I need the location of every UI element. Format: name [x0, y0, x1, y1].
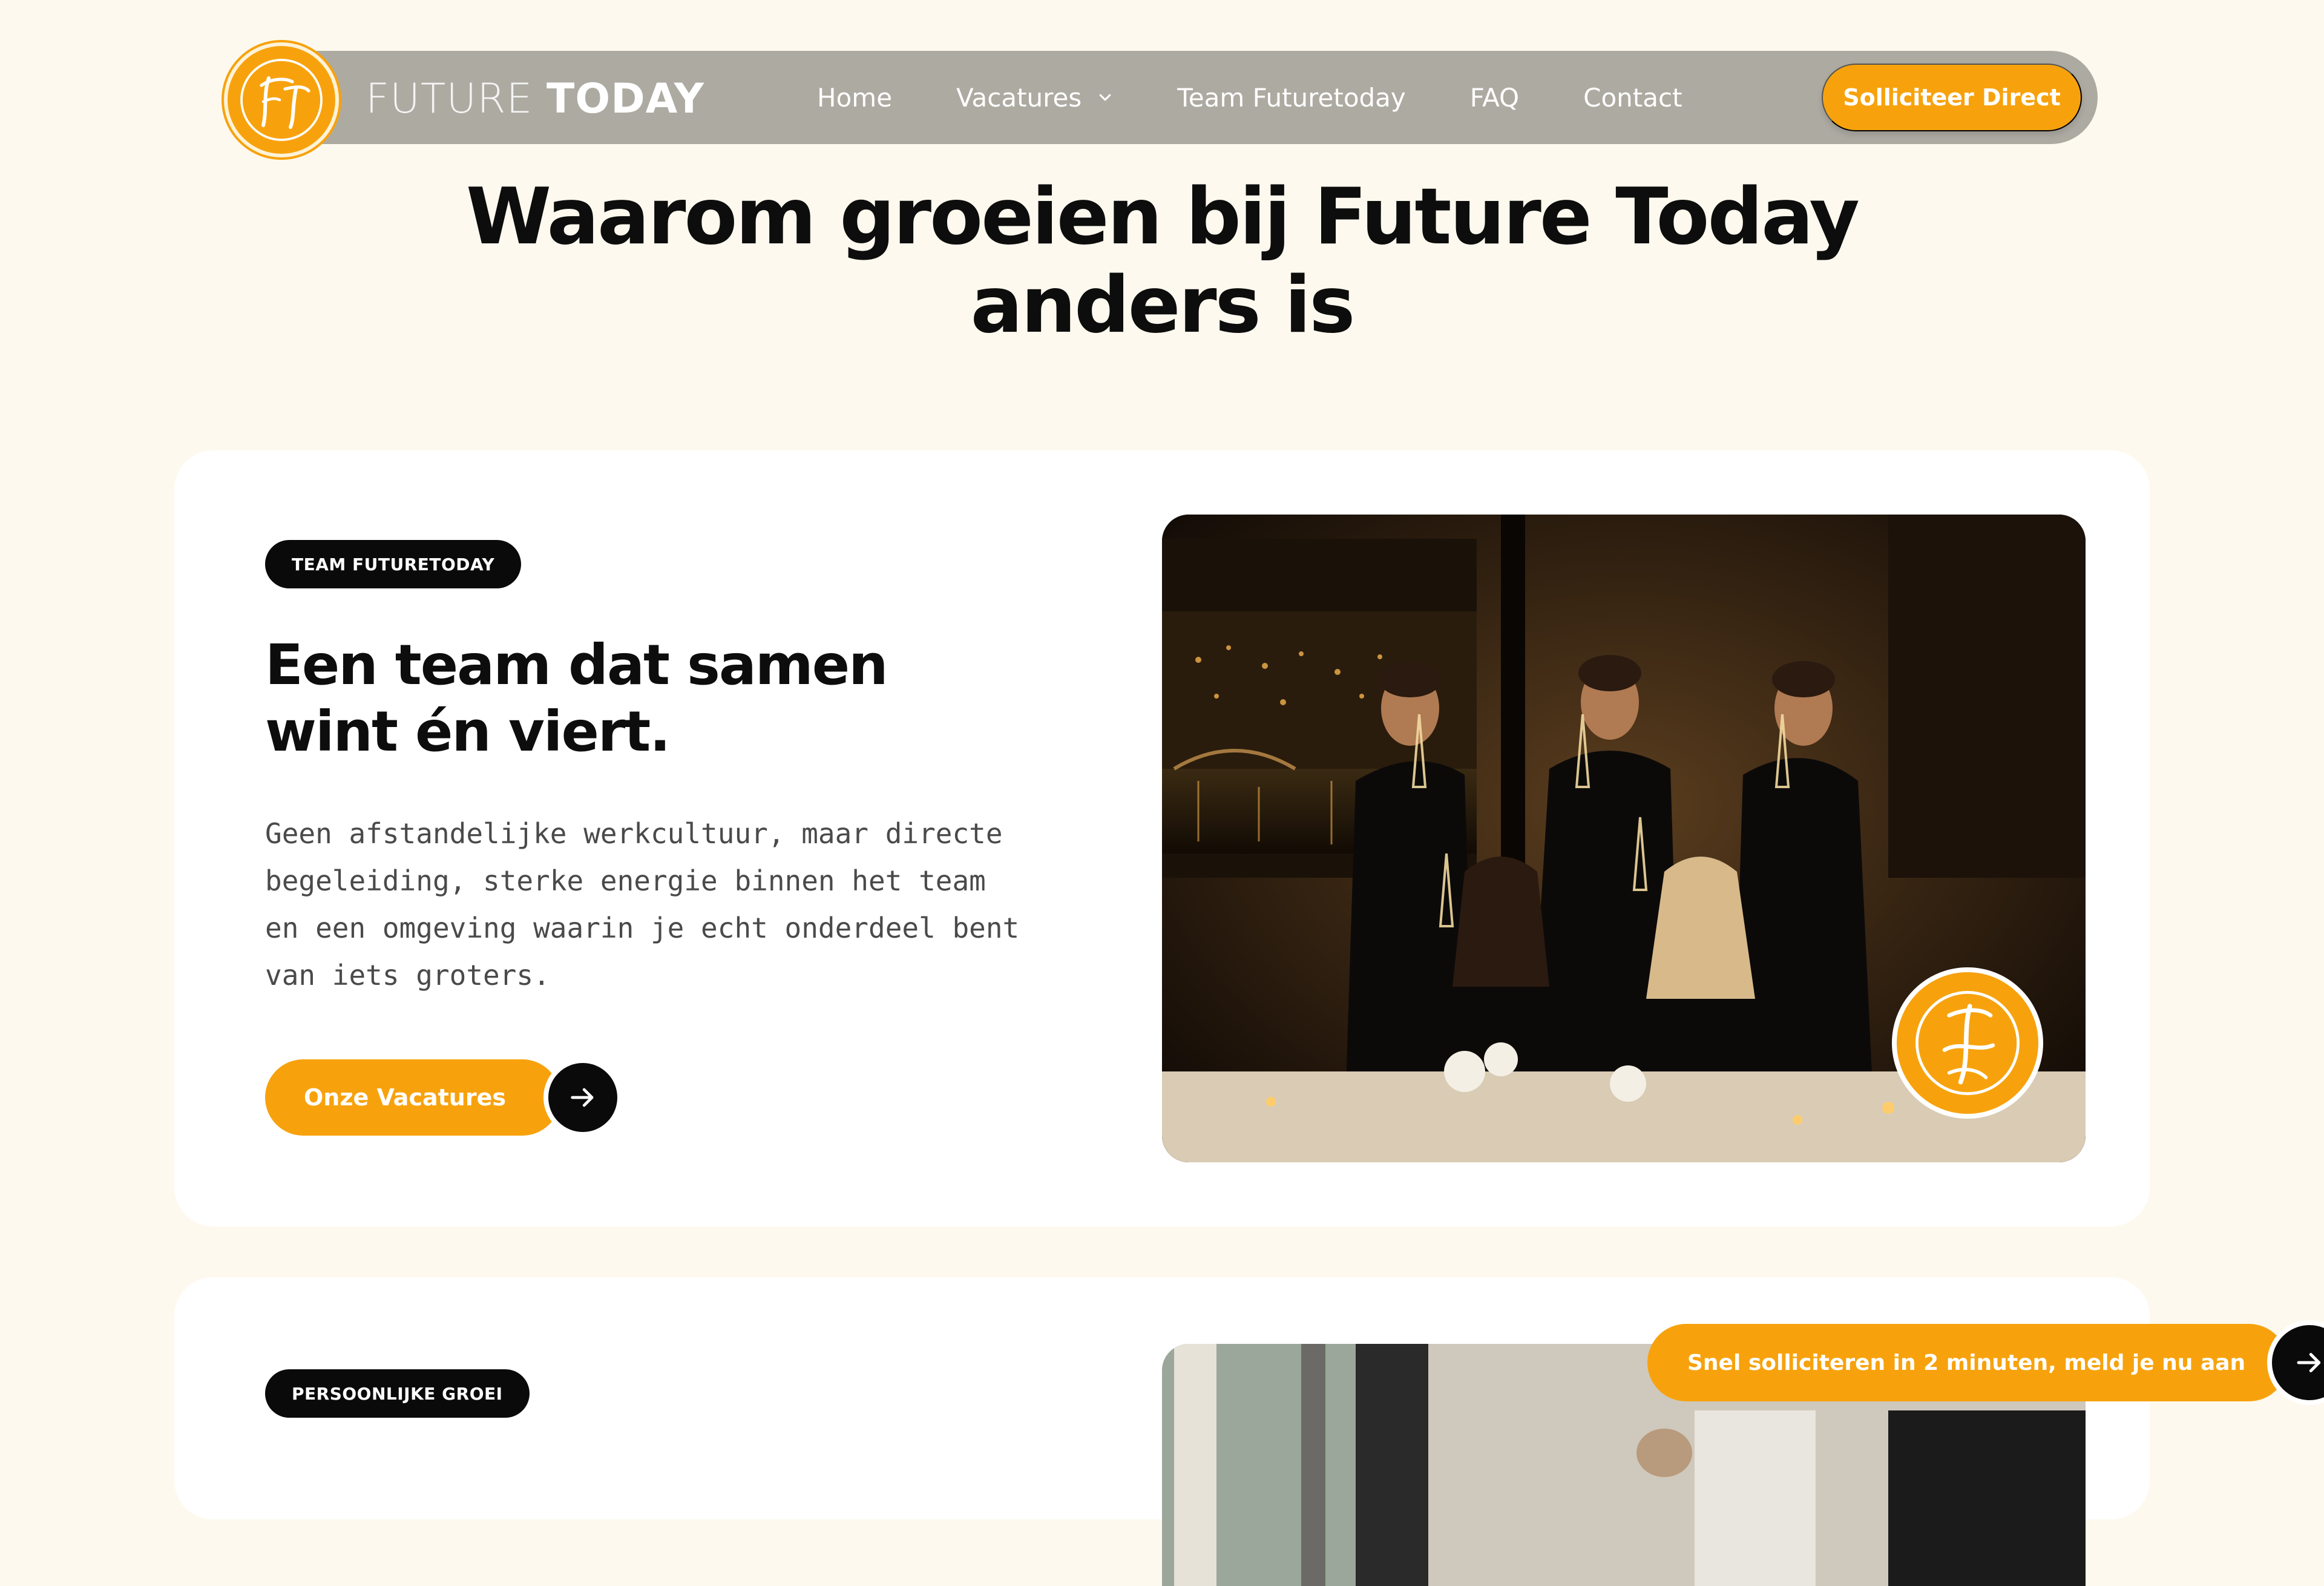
nav-vacatures[interactable]: Vacatures [956, 83, 1113, 113]
onze-vacatures-label[interactable]: Onze Vacatures [265, 1059, 560, 1136]
page-title: Waarom groeien bij Future Today anders i… [0, 173, 2324, 350]
team-heading: Een team dat samen wint én viert. [265, 632, 991, 765]
team-photo [1162, 515, 2086, 1162]
team-heading-line2: wint én viert. [265, 699, 671, 764]
floating-apply-arrow[interactable] [2267, 1320, 2324, 1405]
photo-logo-badge [1892, 967, 2043, 1119]
arrow-right-icon [2297, 1353, 2321, 1372]
solliciteer-direct-button[interactable]: Solliciteer Direct [1822, 64, 2082, 131]
team-heading-line1: Een team dat samen [265, 633, 888, 697]
onze-vacatures-button[interactable]: Onze Vacatures [265, 1058, 622, 1137]
floating-apply-cta[interactable]: Snel solliciteren in 2 minuten, meld je … [1647, 1320, 2324, 1405]
main-menu: Home Vacatures Team Futuretoday FAQ Cont… [817, 51, 1747, 144]
nav-vacatures-label: Vacatures [956, 82, 1082, 113]
floating-apply-label[interactable]: Snel solliciteren in 2 minuten, meld je … [1647, 1324, 2288, 1401]
brand-wordmark[interactable]: FUTURE TODAY [366, 75, 704, 123]
brand-light-text: FUTURE [366, 75, 533, 123]
nav-faq[interactable]: FAQ [1470, 83, 1519, 113]
nav-team[interactable]: Team Futuretoday [1177, 83, 1406, 113]
ft-monogram-icon [240, 59, 323, 141]
page-title-line2: anders is [970, 260, 1356, 350]
ft-monogram-icon [1915, 991, 2020, 1095]
nav-contact[interactable]: Contact [1583, 83, 1682, 113]
logo-badge[interactable] [224, 42, 339, 157]
team-card: TEAM FUTURETODAY Een team dat samen wint… [174, 450, 2150, 1226]
onze-vacatures-arrow[interactable] [543, 1058, 622, 1137]
nav-home[interactable]: Home [817, 83, 892, 113]
brand-bold-text: TODAY [547, 75, 705, 123]
team-tag: TEAM FUTURETODAY [265, 540, 522, 588]
arrow-right-icon [571, 1088, 594, 1107]
page-title-line1: Waarom groeien bij Future Today [466, 172, 1860, 262]
top-navbar: FUTURE TODAY Home Vacatures Team Futuret… [224, 42, 2098, 157]
team-description: Geen afstandelijke werkcultuur, maar dir… [265, 817, 1020, 992]
growth-tag: PERSOONLIJKE GROEI [265, 1369, 530, 1418]
chevron-down-icon [1099, 94, 1111, 101]
